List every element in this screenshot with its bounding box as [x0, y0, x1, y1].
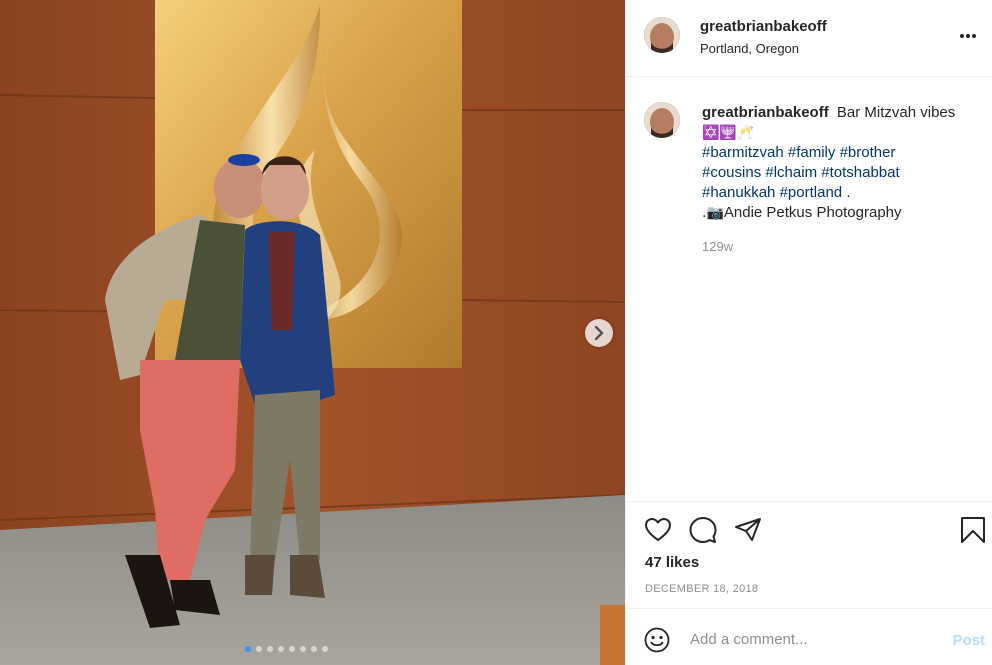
post-photo[interactable]: [0, 0, 625, 665]
heart-icon: [645, 518, 671, 541]
carousel-dot: [267, 646, 273, 652]
caption-body: Bar Mitzvah vibes: [836, 104, 956, 121]
carousel-dot: [256, 646, 262, 652]
like-button[interactable]: [644, 516, 672, 544]
carousel-dot: [245, 646, 251, 652]
caption-text: greatbrianbakeoff Bar Mitzvah vibes ✡️🕎🥂…: [702, 103, 982, 223]
author-username[interactable]: greatbrianbakeoff: [700, 18, 827, 35]
photo-scene: [0, 0, 625, 665]
post-header: greatbrianbakeoff Portland, Oregon: [626, 0, 992, 77]
caption-emojis: ✡️🕎🥂: [702, 125, 755, 141]
caption-credit-prefix: .📷: [702, 205, 724, 221]
photo-credit: Andie Petkus Photography: [723, 204, 902, 221]
more-options-icon: [960, 34, 976, 38]
post-location[interactable]: Portland, Oregon: [700, 41, 799, 56]
comment-box: Post: [626, 608, 992, 665]
post-caption: greatbrianbakeoff Bar Mitzvah vibes ✡️🕎🥂…: [626, 77, 992, 501]
chevron-right-icon: [594, 326, 604, 340]
avatar-image: [644, 102, 680, 138]
comment-button[interactable]: [689, 516, 717, 544]
emoji-picker-button[interactable]: [644, 627, 670, 658]
carousel-dot: [289, 646, 295, 652]
comment-bubble-icon: [689, 517, 717, 543]
caption-time-ago[interactable]: 129w: [702, 239, 733, 254]
caption-trailing: .: [846, 184, 851, 201]
carousel-dot: [300, 646, 306, 652]
post-comment-button[interactable]: Post: [952, 632, 985, 649]
post-side-panel: greatbrianbakeoff Portland, Oregon great…: [625, 0, 992, 665]
carousel-dot: [311, 646, 317, 652]
hashtag-link[interactable]: #portland: [780, 184, 843, 201]
carousel-dot: [322, 646, 328, 652]
hashtag-link[interactable]: #brother: [840, 144, 896, 161]
bookmark-icon: [961, 517, 985, 543]
next-photo-button[interactable]: [585, 319, 613, 347]
avatar[interactable]: [644, 102, 680, 138]
hashtag-link[interactable]: #family: [788, 144, 836, 161]
paper-plane-icon: [735, 518, 761, 541]
smiley-face-icon: [644, 627, 670, 653]
post-date[interactable]: DECEMBER 18, 2018: [645, 583, 758, 595]
caption-username[interactable]: greatbrianbakeoff: [702, 104, 829, 121]
more-options-button[interactable]: [959, 26, 977, 44]
carousel-indicator: [245, 646, 328, 652]
carousel-dot: [278, 646, 284, 652]
hashtag-link[interactable]: #hanukkah: [702, 184, 775, 201]
save-button[interactable]: [959, 516, 987, 544]
hashtag-link[interactable]: #lchaim: [765, 164, 817, 181]
comment-input[interactable]: [690, 626, 920, 652]
like-count[interactable]: 47 likes: [645, 554, 699, 571]
avatar[interactable]: [644, 17, 680, 53]
hashtag-link[interactable]: #totshabbat: [821, 164, 899, 181]
hashtag-link[interactable]: #cousins: [702, 164, 761, 181]
hashtag-link[interactable]: #barmitzvah: [702, 144, 784, 161]
avatar-image: [644, 17, 680, 53]
post-actions: 47 likes DECEMBER 18, 2018: [626, 501, 992, 608]
share-button[interactable]: [734, 516, 762, 544]
